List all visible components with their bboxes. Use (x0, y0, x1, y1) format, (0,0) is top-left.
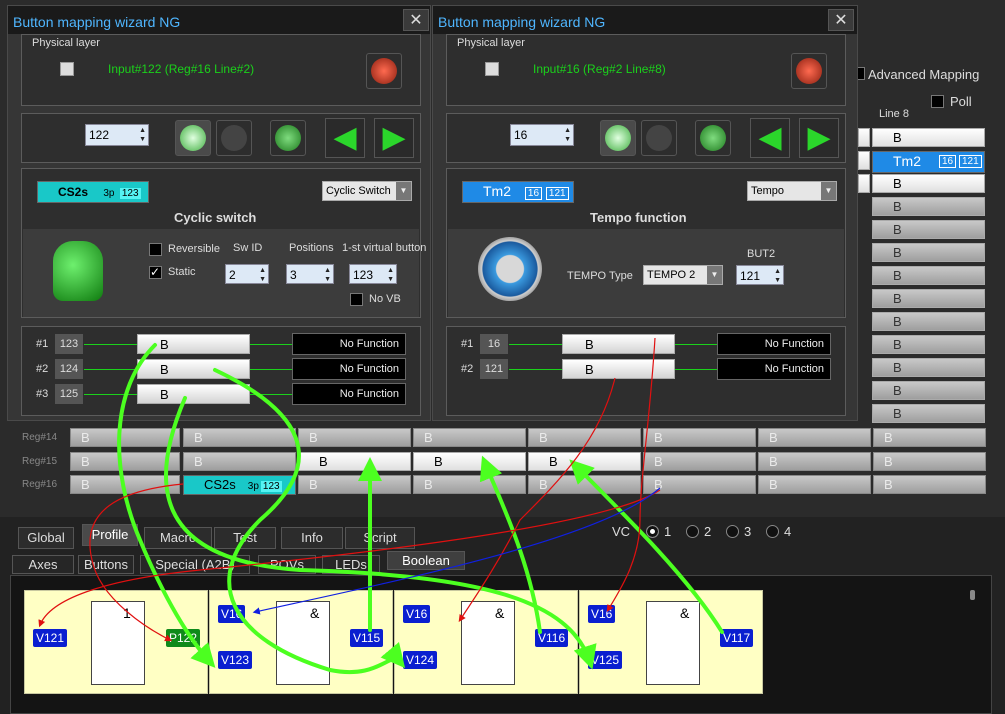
blue-arrow (252, 487, 661, 615)
red-arrow (38, 489, 661, 628)
red-arrow (89, 483, 184, 642)
screen: Advanced Mapping Line 8 Poll B Tm2 16 121 B B… (0, 0, 1005, 714)
arrows-overlay (38, 337, 724, 674)
green-arrow (117, 343, 216, 668)
green-arrow (163, 396, 597, 670)
green-arrow (213, 368, 406, 674)
red-arrow (458, 377, 616, 622)
green-arrow (569, 459, 724, 634)
